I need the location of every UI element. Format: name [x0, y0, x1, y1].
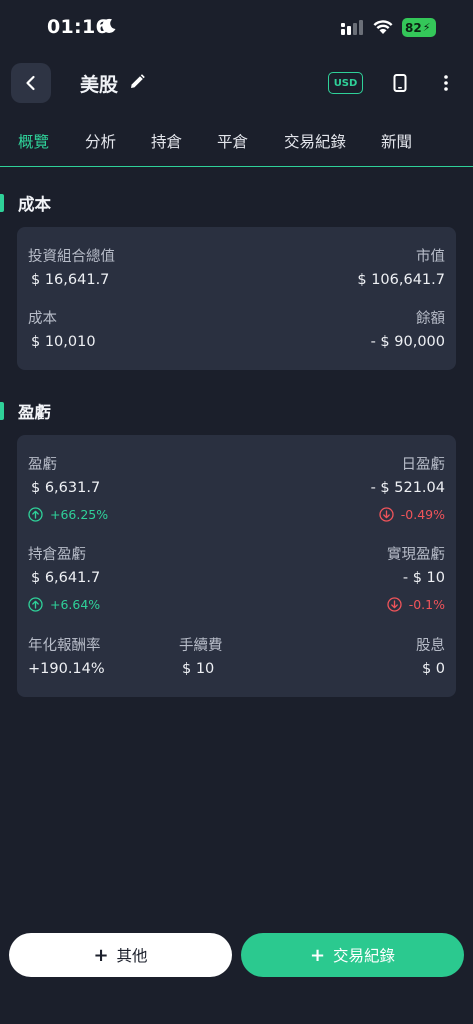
- dividends-value: $ 0: [421, 661, 445, 677]
- pnl-percent: +66.25%: [28, 507, 108, 522]
- pencil-icon[interactable]: [128, 73, 146, 91]
- realized-pnl-value: - $ 10: [402, 570, 445, 586]
- section-title: 盈虧: [18, 403, 51, 422]
- holding-pnl-percent: +6.64%: [28, 597, 100, 612]
- holding-pnl-label: 持倉盈虧: [28, 547, 86, 563]
- cost-label: 成本: [28, 311, 57, 327]
- back-button[interactable]: [11, 63, 51, 103]
- fees-label: 手續費: [179, 638, 223, 654]
- charging-bolt-icon: ⚡: [422, 21, 431, 34]
- daily-pnl-label: 日盈虧: [401, 457, 446, 473]
- phone-icon[interactable]: [393, 74, 407, 92]
- portfolio-total-value: $ 16,641.7: [31, 272, 110, 288]
- arrow-up-circle-icon: [28, 507, 43, 522]
- market-value-value: $ 106,641.7: [357, 272, 445, 288]
- holding-pnl-percent-text: +6.64%: [50, 597, 101, 612]
- add-trade-record-button[interactable]: + 交易紀錄: [241, 933, 464, 977]
- daily-pnl-percent-text: -0.49%: [400, 507, 445, 522]
- section-accent-bar: [0, 194, 4, 212]
- battery-indicator: 82 ⚡: [402, 18, 436, 37]
- cost-section-header: 成本: [0, 191, 473, 215]
- header: 美股 USD: [0, 60, 473, 108]
- pnl-label: 盈虧: [28, 457, 57, 473]
- section-title: 成本: [18, 195, 51, 214]
- daily-pnl-percent: -0.49%: [379, 507, 445, 522]
- section-accent-bar: [0, 402, 4, 420]
- fees-value: $ 10: [182, 661, 215, 677]
- cost-value: $ 10,010: [31, 334, 96, 350]
- pnl-card: 盈虧 $ 6,631.7 +66.25% 日盈虧 - $ 521.04 -0.4…: [17, 435, 456, 697]
- moon-icon: [102, 18, 116, 33]
- tab-news[interactable]: 新聞: [381, 130, 412, 152]
- tab-trade-records[interactable]: 交易紀錄: [284, 130, 346, 152]
- tab-closed[interactable]: 平倉: [217, 130, 248, 152]
- arrow-down-circle-icon: [387, 597, 402, 612]
- realized-pnl-percent: -0.1%: [387, 597, 445, 612]
- tab-analysis[interactable]: 分析: [85, 130, 116, 152]
- tab-overview[interactable]: 概覽: [18, 130, 49, 152]
- dividends-label: 股息: [416, 638, 445, 654]
- cost-card: 投資組合總值 $ 16,641.7 市值 $ 106,641.7 成本 $ 10…: [17, 227, 456, 370]
- status-time: 01:16: [47, 16, 109, 38]
- page-title: 美股: [80, 74, 119, 96]
- market-value-label: 市值: [416, 249, 445, 265]
- annual-return-value: +190.14%: [28, 661, 105, 677]
- daily-pnl-value: - $ 521.04: [370, 480, 445, 496]
- chevron-left-icon: [26, 75, 35, 91]
- holding-pnl-value: $ 6,641.7: [31, 570, 101, 586]
- realized-pnl-label: 實現盈虧: [387, 547, 445, 563]
- realized-pnl-percent-text: -0.1%: [408, 597, 445, 612]
- currency-badge[interactable]: USD: [328, 72, 363, 94]
- portfolio-total-label: 投資組合總值: [28, 249, 115, 265]
- plus-icon: +: [93, 944, 109, 966]
- other-button-label: 其他: [116, 947, 148, 965]
- tab-bar: 概覽 分析 持倉 平倉 交易紀錄 新聞: [0, 124, 473, 167]
- wifi-icon: [373, 20, 393, 34]
- annual-return-label: 年化報酬率: [28, 638, 101, 654]
- pnl-value: $ 6,631.7: [31, 480, 101, 496]
- balance-value: - $ 90,000: [370, 334, 445, 350]
- balance-label: 餘額: [416, 311, 445, 327]
- other-button[interactable]: + 其他: [9, 933, 232, 977]
- arrow-down-circle-icon: [379, 507, 394, 522]
- app-screen: 01:16 82 ⚡ 美股 USD 概覽 分析 持倉 平倉 交易紀錄 新聞 成本…: [0, 0, 473, 1024]
- pnl-percent-text: +66.25%: [50, 507, 109, 522]
- pnl-section-header: 盈虧: [0, 399, 473, 423]
- tab-holdings[interactable]: 持倉: [151, 130, 182, 152]
- status-bar: 01:16 82 ⚡: [0, 0, 473, 58]
- plus-icon: +: [309, 944, 326, 966]
- battery-level: 82: [405, 20, 422, 35]
- trade-record-button-label: 交易紀錄: [333, 947, 396, 965]
- more-vertical-icon[interactable]: [440, 73, 452, 93]
- signal-icon: [341, 20, 363, 35]
- arrow-up-circle-icon: [28, 597, 43, 612]
